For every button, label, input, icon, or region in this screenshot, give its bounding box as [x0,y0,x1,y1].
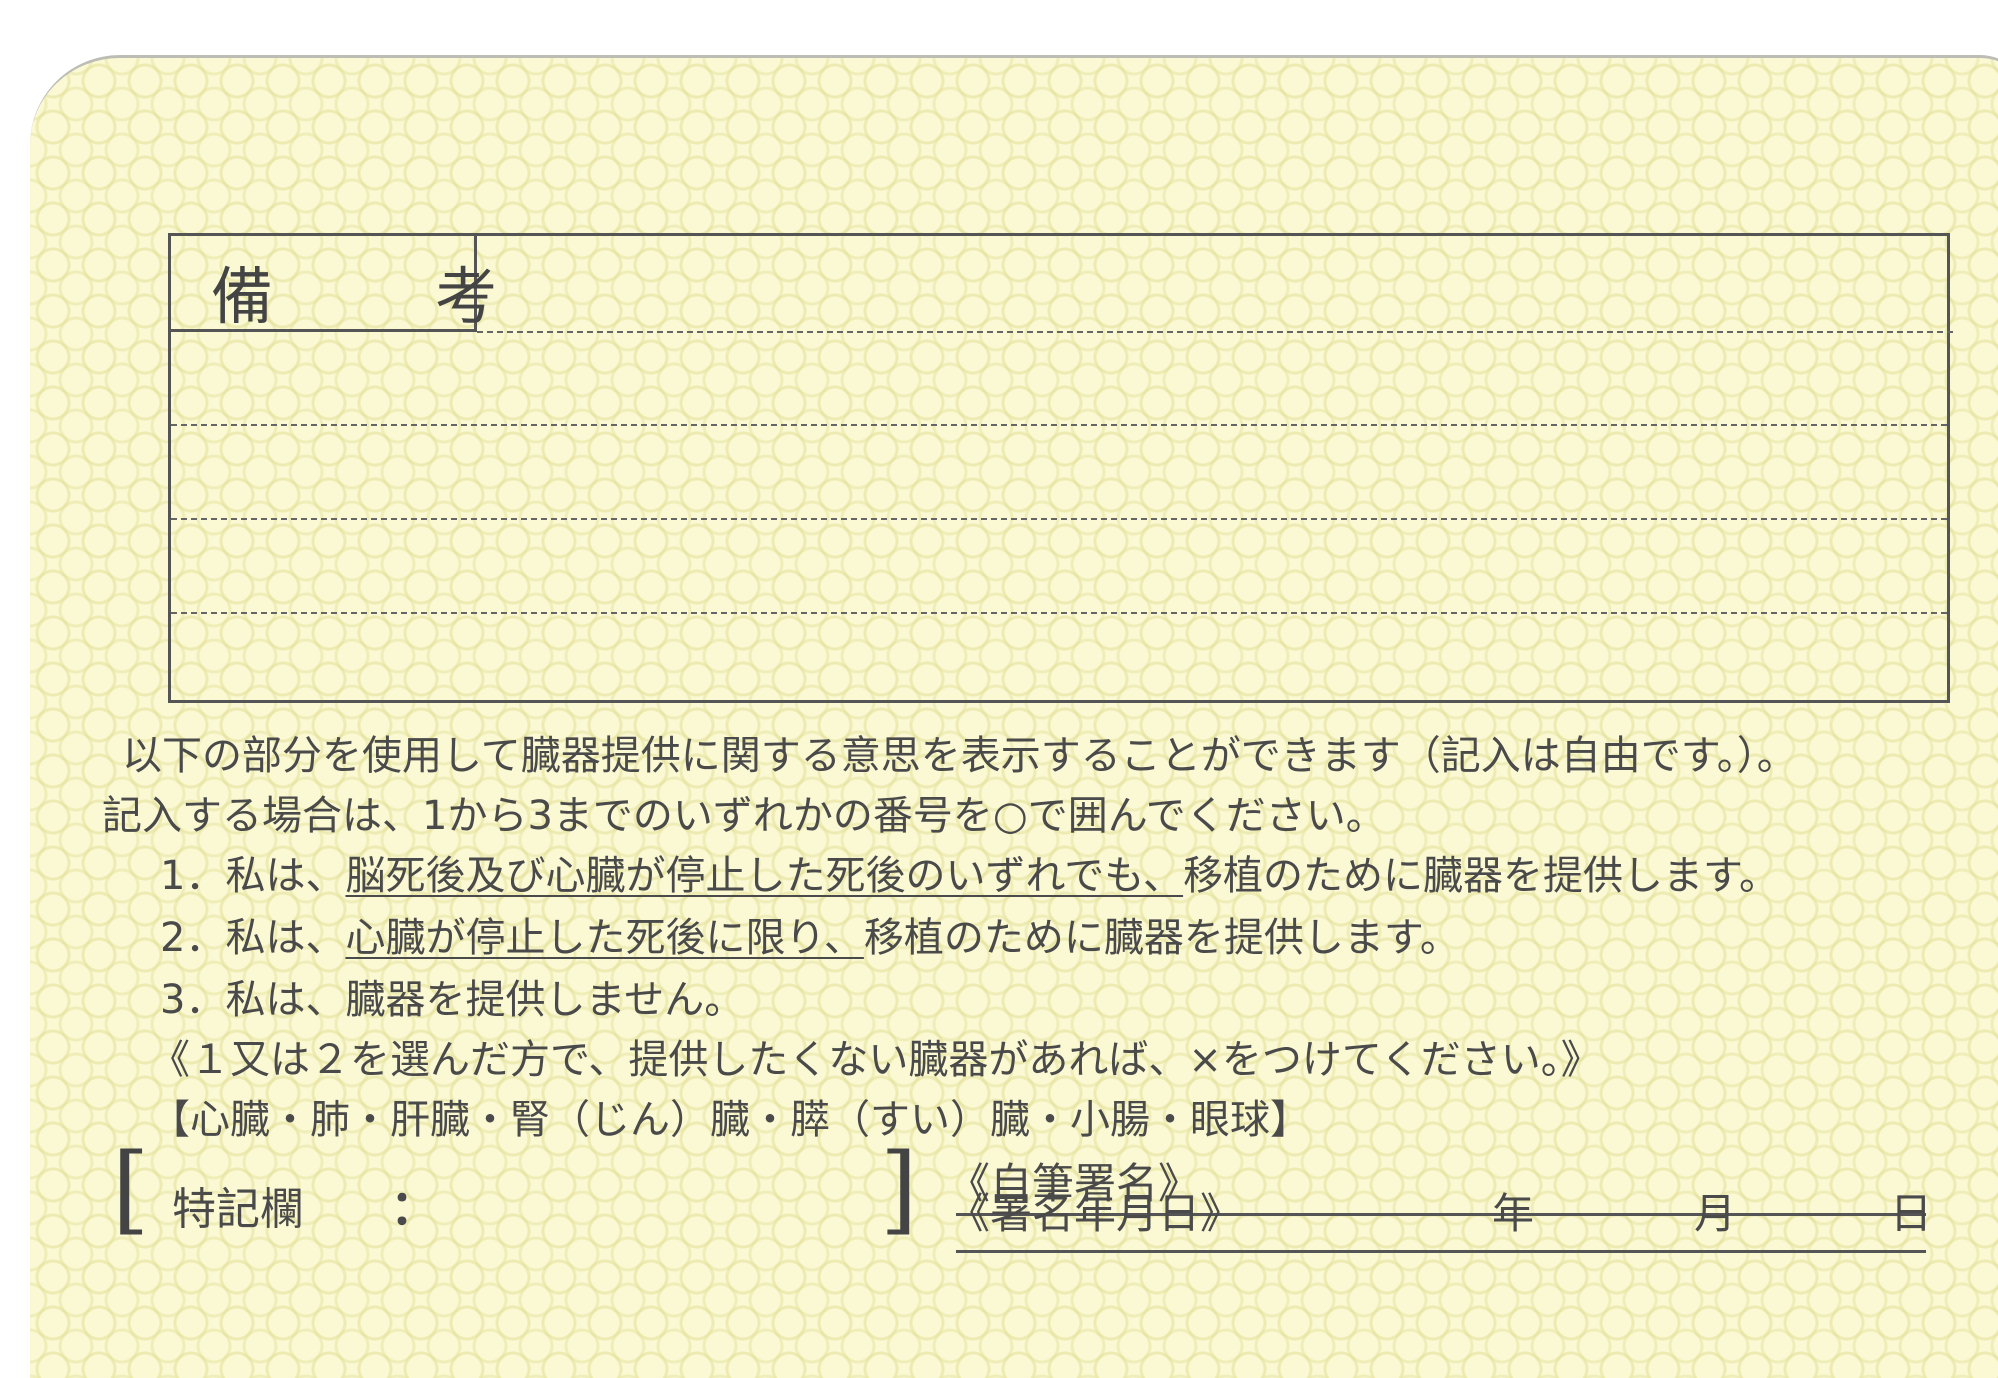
option-1: 1．私は、脳死後及び心臓が停止した死後のいずれでも、移植のために臓器を提供します… [160,843,1779,901]
special-remarks-label: 特記欄 [172,1184,304,1235]
remarks-dashed-line-3 [171,518,1947,520]
remarks-dashed-line-4 [171,612,1947,614]
option-1-prefix: 私は、 [225,853,346,899]
option-3: 3．私は、臓器を提供しません。 [160,967,744,1025]
signature-date-label: 《署名年月日》 [948,1189,1243,1238]
organ-exclusion-note: 《１又は２を選んだ方で、提供したくない臓器があれば、×をつけてください。》 [150,1037,1601,1083]
special-bracket-left: [ [112,1133,150,1245]
option-1-underlined: 脳死後及び心臓が停止した死後のいずれでも、 [345,853,1184,899]
remarks-title: 備 考 [211,260,548,333]
option-3-suffix: 臓器を提供しません。 [345,977,745,1023]
remarks-dashed-line-2 [171,424,1947,426]
option-3-number: 3． [160,977,226,1023]
option-2: 2．私は、心臓が停止した死後に限り、移植のために臓器を提供します。 [160,905,1460,963]
option-1-number: 1． [160,853,226,899]
option-2-prefix: 私は、 [225,915,346,961]
option-2-suffix: 移植のために臓器を提供します。 [863,915,1460,961]
signature-date-line [956,1250,1926,1253]
remarks-tab: 備 考 [171,236,497,333]
license-card-back: 備 考 以下の部分を使用して臓器提供に関する意思を表示することができます（記入は… [30,55,1998,1378]
option-1-suffix: 移植のために臓器を提供します。 [1183,853,1780,899]
signature-day-unit: 日 [1890,1189,1933,1238]
signature-year-unit: 年 [1492,1189,1535,1238]
intro-line-1: 以下の部分を使用して臓器提供に関する意思を表示することができます（記入は自由です… [122,733,1797,779]
remarks-box: 備 考 [168,233,1953,703]
special-bracket-right: ] [880,1133,918,1245]
remarks-dashed-line-1 [477,331,1953,333]
organ-list: 【心臓・肺・肝臓・腎（じん）臓・膵（すい）臓・小腸・眼球】 [150,1097,1310,1143]
intro-line-2: 記入する場合は、1から3までのいずれかの番号を○で囲んでください。 [102,793,1386,839]
option-2-number: 2． [160,915,226,961]
signature-month-unit: 月 [1694,1189,1737,1238]
option-2-underlined: 心臓が停止した死後に限り、 [345,915,864,961]
special-remarks-colon: ： [390,1180,439,1236]
option-3-prefix: 私は、 [225,977,346,1023]
